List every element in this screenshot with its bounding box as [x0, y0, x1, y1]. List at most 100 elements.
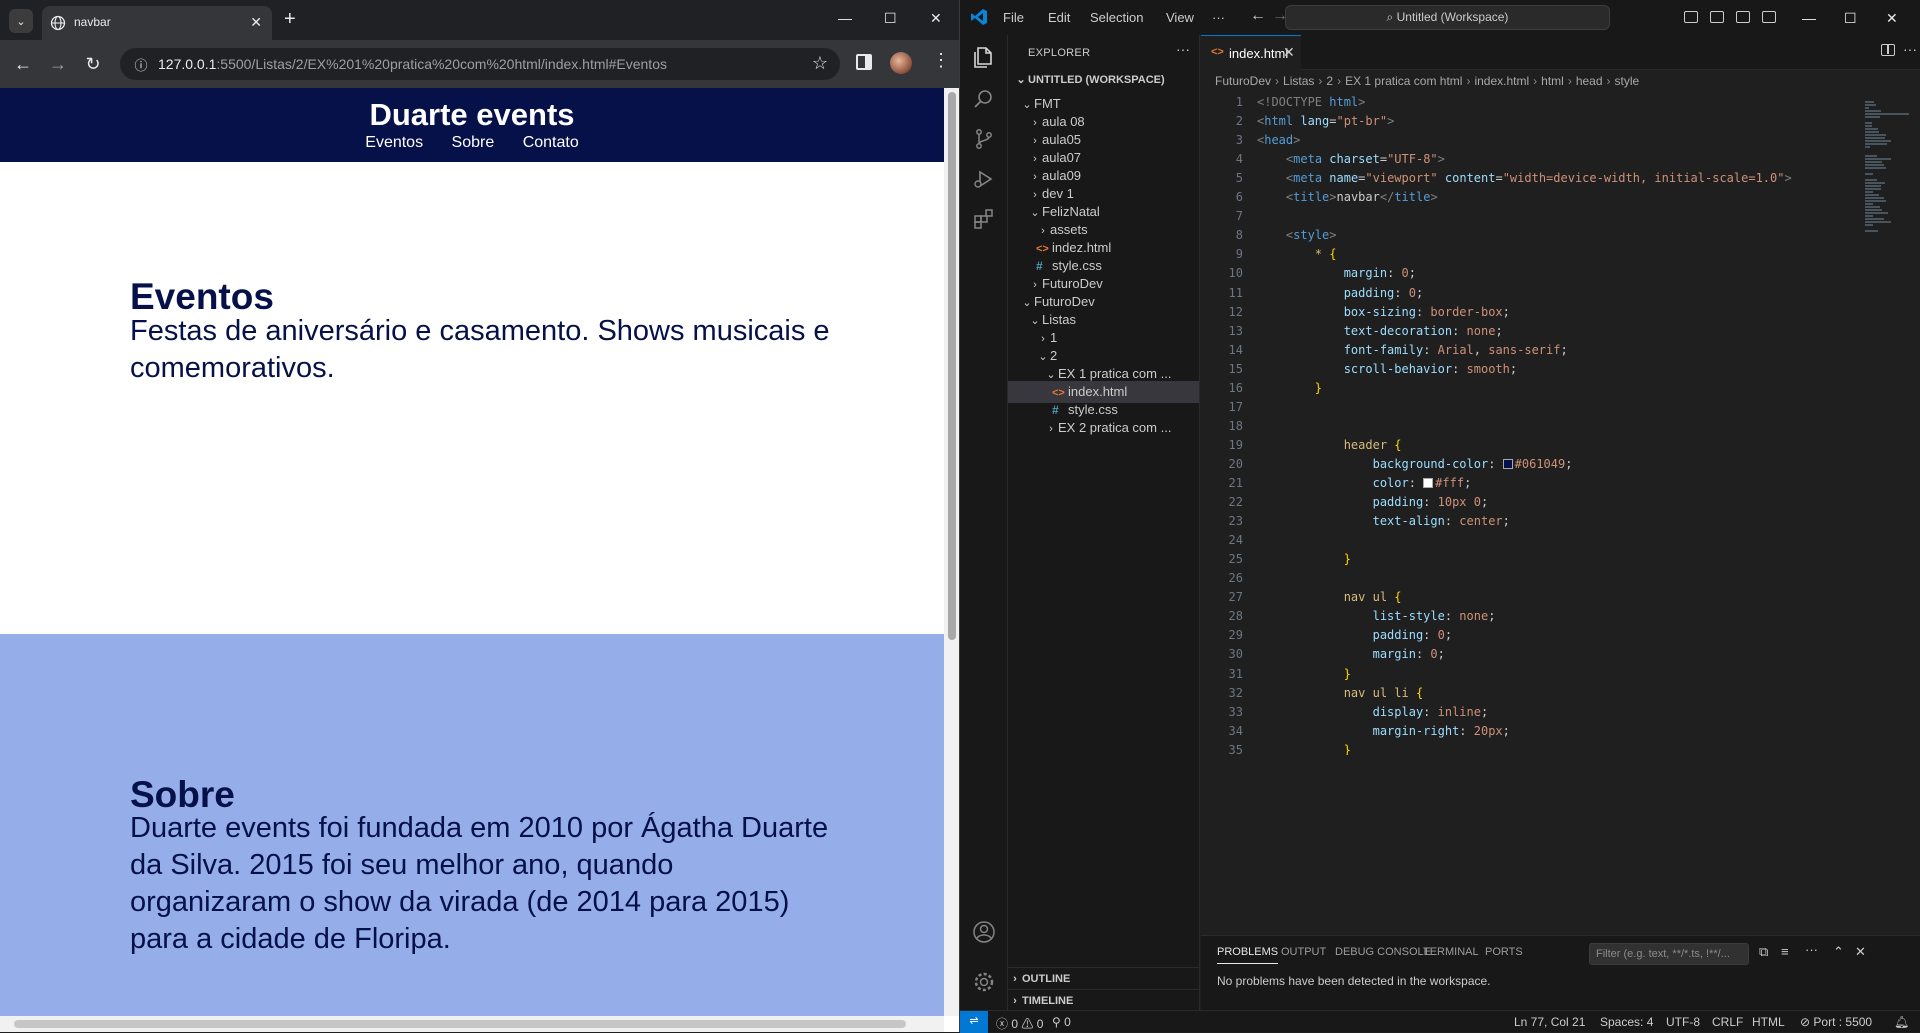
live-server-port[interactable]: ⊘ Port : 5500: [1800, 1015, 1872, 1029]
code-line[interactable]: <style>: [1257, 226, 1337, 245]
close-tab-icon[interactable]: ✕: [250, 14, 262, 31]
code-line[interactable]: padding: 10px 0;: [1257, 493, 1489, 512]
outline-section[interactable]: › OUTLINE: [1008, 967, 1199, 989]
breadcrumb-item[interactable]: style: [1615, 74, 1640, 88]
code-line[interactable]: scroll-behavior: smooth;: [1257, 360, 1517, 379]
nav-link-contato[interactable]: Contato: [523, 134, 579, 151]
horizontal-scrollbar[interactable]: [0, 1016, 944, 1032]
panel-tab-debug-console[interactable]: DEBUG CONSOLE: [1335, 946, 1431, 958]
breadcrumb-item[interactable]: EX 1 pratica com html: [1345, 74, 1462, 88]
url-text[interactable]: 127.0.0.1:5500/Listas/2/EX%201%20pratica…: [158, 56, 667, 72]
code-line[interactable]: text-decoration: none;: [1257, 322, 1503, 341]
code-line[interactable]: }: [1257, 550, 1351, 569]
close-panel-icon[interactable]: ✕: [1855, 944, 1866, 960]
minimap[interactable]: [1861, 93, 1920, 755]
code-line[interactable]: margin-right: 20px;: [1257, 722, 1510, 741]
nav-link-sobre[interactable]: Sobre: [452, 134, 495, 151]
tab-search-icon[interactable]: ⌄: [9, 9, 33, 33]
search-icon[interactable]: [972, 87, 996, 111]
panel-tab-ports[interactable]: PORTS: [1485, 946, 1523, 958]
toggle-panel-icon[interactable]: [1710, 11, 1724, 23]
tree-item[interactable]: › EX 2 pratica com ...: [1008, 417, 1199, 439]
new-tab-button[interactable]: +: [284, 8, 296, 31]
workspace-header[interactable]: ⌄ UNTITLED (WORKSPACE): [1014, 73, 1164, 86]
scroll-thumb[interactable]: [14, 1020, 906, 1028]
browser-tab[interactable]: navbar ✕: [42, 6, 272, 40]
code-line[interactable]: color: #fff;: [1257, 474, 1472, 493]
menu-edit[interactable]: Edit: [1048, 10, 1070, 25]
more-actions-icon[interactable]: ···: [1176, 41, 1190, 57]
ports-status[interactable]: ⚲ 0: [1052, 1015, 1071, 1029]
code-line[interactable]: <!DOCTYPE html>: [1257, 93, 1365, 112]
panel-tab-output[interactable]: OUTPUT: [1281, 946, 1326, 958]
code-line[interactable]: display: inline;: [1257, 703, 1489, 722]
code-line[interactable]: nav ul {: [1257, 588, 1402, 607]
code-editor[interactable]: 1 <!DOCTYPE html> 2 <html lang="pt-br"> 3 <he…: [1201, 93, 1861, 755]
eol-status[interactable]: CRLF: [1712, 1015, 1743, 1029]
problems-status[interactable]: ⓧ 0 ⚠ 0: [996, 1015, 1043, 1032]
explorer-files-icon[interactable]: [972, 45, 996, 69]
problems-filter-input[interactable]: Filter (e.g. text, **/*.ts, !**/...: [1589, 943, 1749, 965]
scroll-thumb[interactable]: [948, 92, 956, 640]
toggle-secondary-sidebar-icon[interactable]: [1736, 11, 1750, 23]
maximize-panel-icon[interactable]: ⌃: [1833, 944, 1844, 960]
color-swatch[interactable]: [1423, 478, 1434, 488]
accounts-icon[interactable]: [972, 920, 996, 944]
panel-tab-problems[interactable]: PROBLEMS: [1217, 946, 1279, 964]
bookmark-star-icon[interactable]: ☆: [812, 53, 828, 74]
breadcrumb-item[interactable]: Listas: [1283, 74, 1314, 88]
menu-file[interactable]: File: [1003, 10, 1024, 25]
code-line[interactable]: }: [1257, 379, 1322, 398]
toggle-sidebar-icon[interactable]: [1684, 11, 1698, 23]
run-debug-icon[interactable]: [972, 167, 996, 191]
close-tab-icon[interactable]: ✕: [1283, 44, 1295, 61]
extensions-icon[interactable]: [972, 207, 996, 231]
code-line[interactable]: header {: [1257, 436, 1402, 455]
back-icon[interactable]: ←: [1250, 7, 1266, 25]
breadcrumb-item[interactable]: 2: [1326, 74, 1333, 88]
code-line[interactable]: padding: 0;: [1257, 284, 1424, 303]
address-bar[interactable]: ⓘ 127.0.0.1:5500/Listas/2/EX%201%20prati…: [120, 48, 840, 80]
menu-view[interactable]: View: [1166, 10, 1194, 25]
maximize-icon[interactable]: ☐: [884, 10, 897, 27]
code-line[interactable]: box-sizing: border-box;: [1257, 303, 1510, 322]
code-line[interactable]: <html lang="pt-br">: [1257, 112, 1394, 131]
source-control-icon[interactable]: [972, 127, 996, 151]
encoding-status[interactable]: UTF-8: [1666, 1015, 1700, 1029]
view-as-list-icon[interactable]: ≡: [1781, 944, 1789, 959]
cursor-position[interactable]: Ln 77, Col 21: [1514, 1015, 1585, 1029]
close-window-icon[interactable]: ✕: [1886, 10, 1898, 27]
customize-layout-icon[interactable]: [1762, 11, 1776, 23]
timeline-section[interactable]: › TIMELINE: [1008, 989, 1199, 1011]
code-line[interactable]: padding: 0;: [1257, 626, 1453, 645]
breadcrumb-item[interactable]: head: [1576, 74, 1603, 88]
code-line[interactable]: }: [1257, 665, 1351, 684]
code-line[interactable]: background-color: #061049;: [1257, 455, 1573, 474]
more-actions-icon[interactable]: ···: [1805, 942, 1818, 957]
settings-gear-icon[interactable]: [972, 970, 996, 994]
minimize-icon[interactable]: —: [838, 10, 852, 26]
code-line[interactable]: <head>: [1257, 131, 1300, 150]
minimize-icon[interactable]: —: [1802, 10, 1816, 26]
menu-more[interactable]: ···: [1212, 10, 1225, 25]
menu-selection[interactable]: Selection: [1090, 10, 1143, 25]
code-line[interactable]: list-style: none;: [1257, 607, 1496, 626]
maximize-icon[interactable]: ☐: [1844, 10, 1857, 27]
command-center[interactable]: ⌕ Untitled (Workspace): [1285, 5, 1610, 30]
code-line[interactable]: <meta name="viewport" content="width=dev…: [1257, 169, 1792, 188]
side-panel-icon[interactable]: [856, 54, 872, 70]
site-info-icon[interactable]: ⓘ: [132, 55, 150, 73]
code-line[interactable]: }: [1257, 741, 1351, 755]
code-line[interactable]: <meta charset="UTF-8">: [1257, 150, 1445, 169]
more-actions-icon[interactable]: ···: [1903, 41, 1917, 57]
nav-link-eventos[interactable]: Eventos: [365, 134, 423, 151]
collapse-all-icon[interactable]: ⧉: [1759, 944, 1768, 960]
editor-tab-index-html[interactable]: <> index.html ✕: [1201, 35, 1301, 70]
code-line[interactable]: text-align: center;: [1257, 512, 1510, 531]
notifications-bell-icon[interactable]: 🔔︎: [1894, 1015, 1909, 1029]
color-swatch[interactable]: [1502, 458, 1513, 469]
forward-icon[interactable]: →: [47, 53, 69, 75]
back-icon[interactable]: ←: [12, 53, 34, 75]
vertical-scrollbar[interactable]: [944, 88, 959, 1016]
breadcrumb-item[interactable]: html: [1541, 74, 1564, 88]
